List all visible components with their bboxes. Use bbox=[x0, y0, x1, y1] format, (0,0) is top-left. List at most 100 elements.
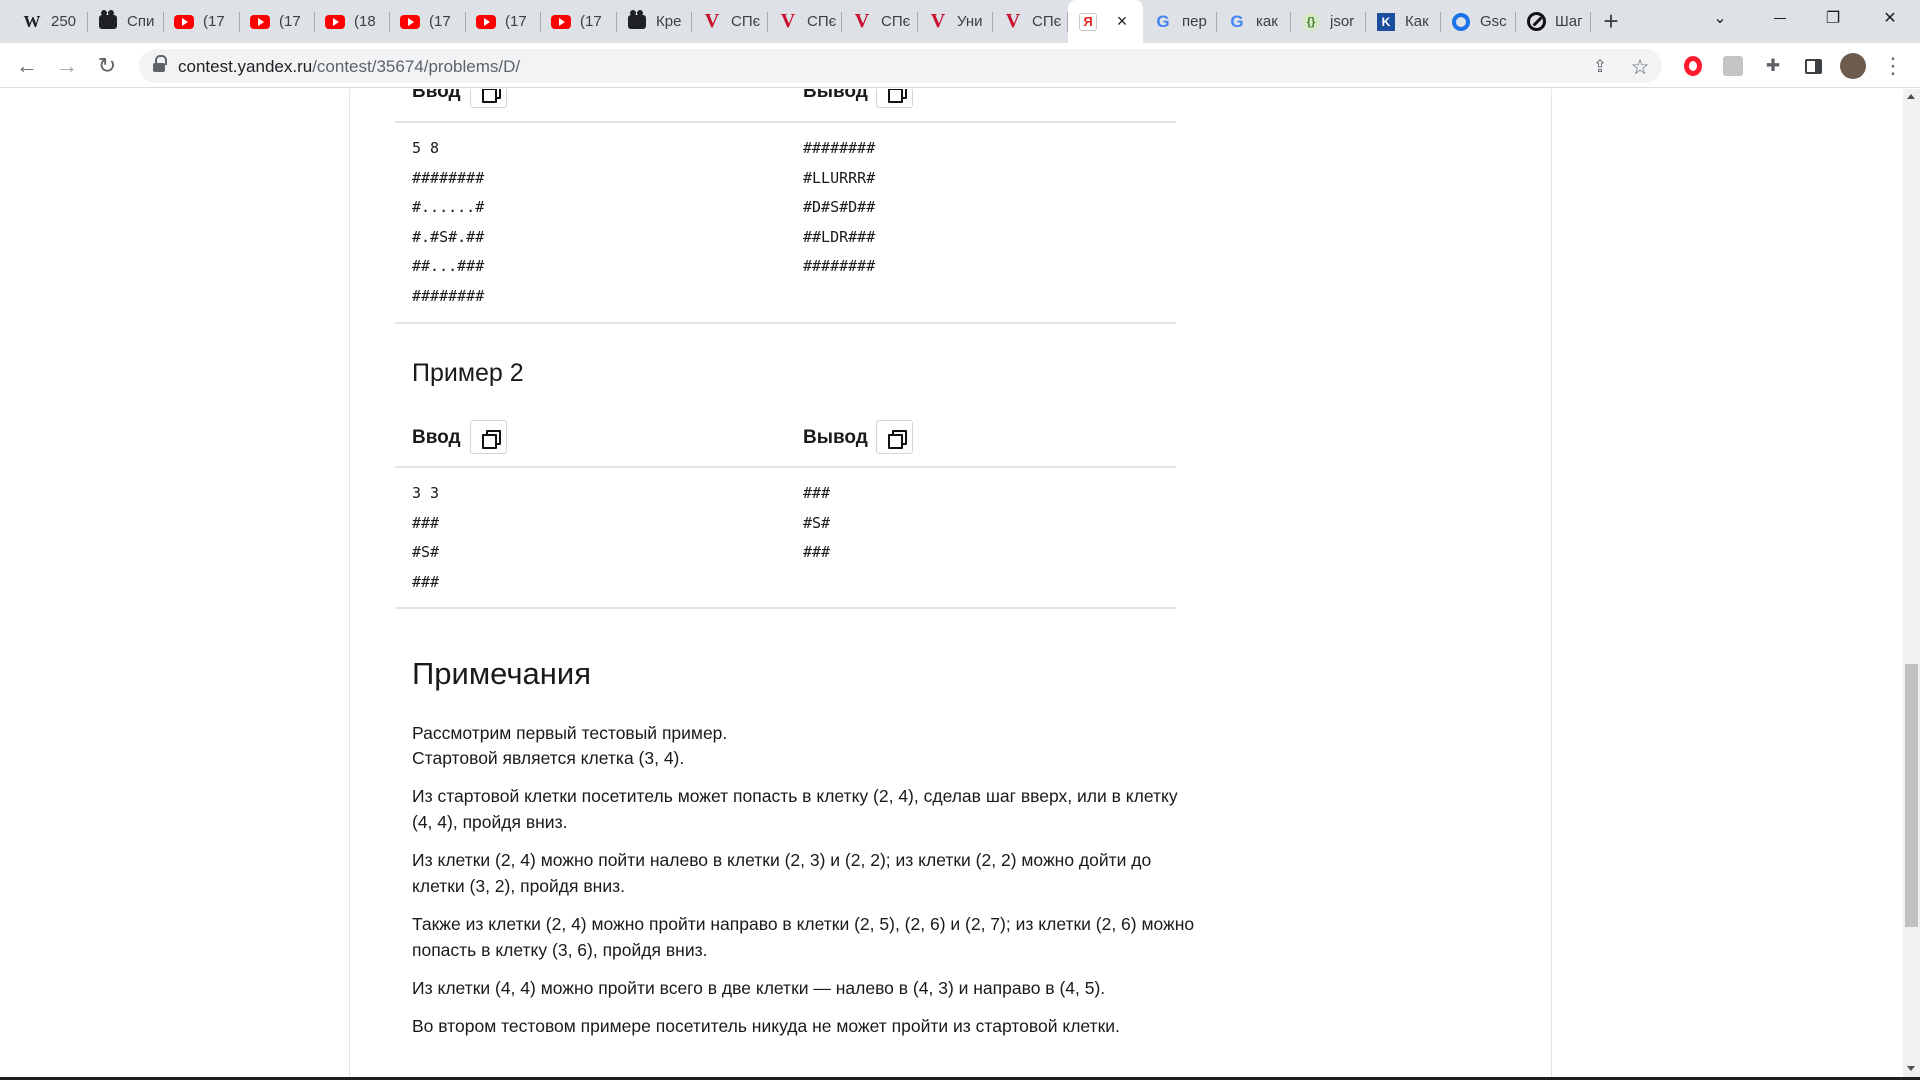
tab-favicon: G bbox=[1227, 12, 1247, 32]
url-host: contest.yandex.ru bbox=[178, 57, 313, 76]
side-panel-button[interactable] bbox=[1800, 53, 1826, 79]
lock-icon[interactable] bbox=[153, 55, 167, 72]
tab-title: СПє bbox=[1032, 13, 1062, 30]
code-line: ### bbox=[412, 572, 440, 591]
profile-button[interactable] bbox=[1840, 53, 1866, 79]
browser-tab[interactable]: Шаг bbox=[1516, 0, 1591, 43]
example2-header-divider bbox=[395, 466, 1176, 468]
avatar bbox=[1840, 53, 1866, 79]
code-line: ######## bbox=[803, 139, 876, 157]
tab-strip: W 250 Спи (17 (17 (18 (17 (17 (17 Кре V СПє V СПє V СПє… bbox=[0, 0, 1920, 43]
tab-favicon: V bbox=[1003, 10, 1023, 32]
tab-close-icon[interactable]: × bbox=[1113, 12, 1131, 30]
tab-favicon bbox=[476, 12, 496, 32]
restore-icon: ❐ bbox=[1825, 10, 1841, 27]
example1-output-label: Вывод bbox=[803, 89, 868, 102]
note-paragraph: Рассмотрим первый тестовый пример. bbox=[412, 723, 728, 743]
browser-tab[interactable]: (17 bbox=[541, 0, 617, 43]
example1-input-copy-button[interactable] bbox=[470, 89, 507, 108]
page-scrollbar[interactable] bbox=[1903, 89, 1920, 1077]
browser-menu-button[interactable]: ⋮ bbox=[1880, 53, 1906, 79]
note-paragraph: Из клетки (4, 4) можно пройти всего в дв… bbox=[412, 978, 1106, 998]
back-button[interactable]: ← bbox=[12, 51, 42, 81]
arrow-right-icon: → bbox=[56, 53, 78, 78]
url-text[interactable]: contest.yandex.ru/contest/35674/problems… bbox=[178, 57, 520, 77]
browser-tab[interactable]: Gпер bbox=[1143, 0, 1217, 43]
o-icon bbox=[1452, 12, 1470, 31]
browser-tab[interactable]: K Как bbox=[1366, 0, 1441, 43]
example2-input-copy-button[interactable] bbox=[470, 420, 507, 454]
browser-tab[interactable]: Я × bbox=[1068, 0, 1143, 43]
tab-title: (17 bbox=[429, 13, 451, 30]
share-icon[interactable]: ⇪ bbox=[1589, 56, 1611, 78]
opera-icon bbox=[1684, 56, 1702, 76]
browser-tab[interactable]: V СПє bbox=[993, 0, 1068, 43]
book-icon: K bbox=[1377, 12, 1395, 31]
tab-search-button[interactable]: ⌄ bbox=[1690, 0, 1750, 36]
browser-tab[interactable]: V Уни bbox=[918, 0, 993, 43]
tab-favicon: Я bbox=[1078, 12, 1098, 32]
extension-button[interactable] bbox=[1720, 53, 1746, 79]
browser-tab[interactable]: {} jsor bbox=[1291, 0, 1366, 43]
bookmark-star-icon[interactable]: ☆ bbox=[1629, 56, 1651, 79]
scroll-up-arrow-icon[interactable] bbox=[1907, 94, 1915, 99]
content-left-border bbox=[349, 89, 350, 1077]
minimize-button[interactable] bbox=[1750, 0, 1810, 36]
example2-output-block: ### #S# ### bbox=[803, 479, 830, 568]
kebab-menu-icon: ⋮ bbox=[1882, 53, 1904, 78]
browser-tab[interactable]: Gкак bbox=[1217, 0, 1291, 43]
tab-favicon: V bbox=[852, 10, 872, 32]
new-tab-button[interactable]: + bbox=[1598, 8, 1624, 35]
forward-button[interactable]: → bbox=[52, 51, 82, 81]
note-paragraph: Стартовой является клетка (3, 4). bbox=[412, 748, 685, 768]
address-bar[interactable]: contest.yandex.ru/contest/35674/problems… bbox=[139, 49, 1662, 83]
example2-input-block: 3 3 ### #S# ### bbox=[412, 479, 439, 597]
browser-tab[interactable]: V СПє bbox=[692, 0, 768, 43]
code-line: ######## bbox=[803, 257, 876, 275]
reload-button[interactable]: ↻ bbox=[92, 51, 122, 81]
google-icon: G bbox=[1156, 11, 1170, 31]
browser-tab[interactable]: V СПє bbox=[842, 0, 918, 43]
browser-tab[interactable]: (17 bbox=[390, 0, 466, 43]
tab-title: Шаг bbox=[1555, 13, 1583, 30]
note-paragraph: Также из клетки (2, 4) можно пройти напр… bbox=[412, 914, 1195, 960]
youtube-icon bbox=[476, 14, 496, 29]
browser-tab[interactable]: (17 bbox=[466, 0, 541, 43]
window-close-button[interactable]: ✕ bbox=[1860, 0, 1920, 36]
browser-tab[interactable]: (18 bbox=[315, 0, 390, 43]
tab-title: (17 bbox=[279, 13, 301, 30]
restore-button[interactable]: ❐ bbox=[1803, 0, 1863, 36]
code-line: ### bbox=[412, 513, 440, 532]
tab-title: Уни bbox=[957, 13, 983, 30]
browser-tab[interactable]: Gsc bbox=[1441, 0, 1516, 43]
code-line: ######## bbox=[412, 168, 485, 187]
browser-tab[interactable]: (17 bbox=[164, 0, 240, 43]
example1-output-copy-button[interactable] bbox=[876, 89, 913, 108]
browser-tab[interactable]: Спи bbox=[88, 0, 164, 43]
browser-tab[interactable]: V СПє bbox=[768, 0, 842, 43]
browser-tab[interactable]: W 250 bbox=[12, 0, 88, 43]
browser-tab[interactable]: Кре bbox=[617, 0, 692, 43]
v-icon: V bbox=[854, 10, 870, 32]
tab-favicon bbox=[250, 12, 270, 32]
step-icon bbox=[1526, 12, 1546, 31]
tab-favicon: K bbox=[1376, 12, 1396, 32]
tab-title: jsor bbox=[1330, 13, 1355, 30]
code-line: ### bbox=[803, 484, 831, 502]
side-panel-icon bbox=[1804, 58, 1822, 74]
opera-extension-button[interactable] bbox=[1680, 53, 1706, 79]
code-line: #S# bbox=[412, 543, 440, 561]
scrollbar-thumb[interactable] bbox=[1905, 664, 1918, 927]
code-line: #......# bbox=[412, 198, 485, 216]
extensions-button[interactable]: ✚ bbox=[1760, 53, 1786, 79]
extension-icon bbox=[1723, 56, 1743, 76]
tab-favicon: V bbox=[928, 10, 948, 32]
example2-output-copy-button[interactable] bbox=[876, 420, 913, 454]
code-line: 5 8 bbox=[412, 139, 440, 157]
browser-tab[interactable]: (17 bbox=[240, 0, 315, 43]
close-icon: ✕ bbox=[1883, 10, 1897, 27]
tab-title: пер bbox=[1182, 13, 1207, 30]
youtube-icon bbox=[551, 14, 571, 29]
note-paragraph: Во втором тестовом примере посетитель ни… bbox=[412, 1016, 1120, 1036]
scroll-down-arrow-icon[interactable] bbox=[1907, 1066, 1915, 1071]
